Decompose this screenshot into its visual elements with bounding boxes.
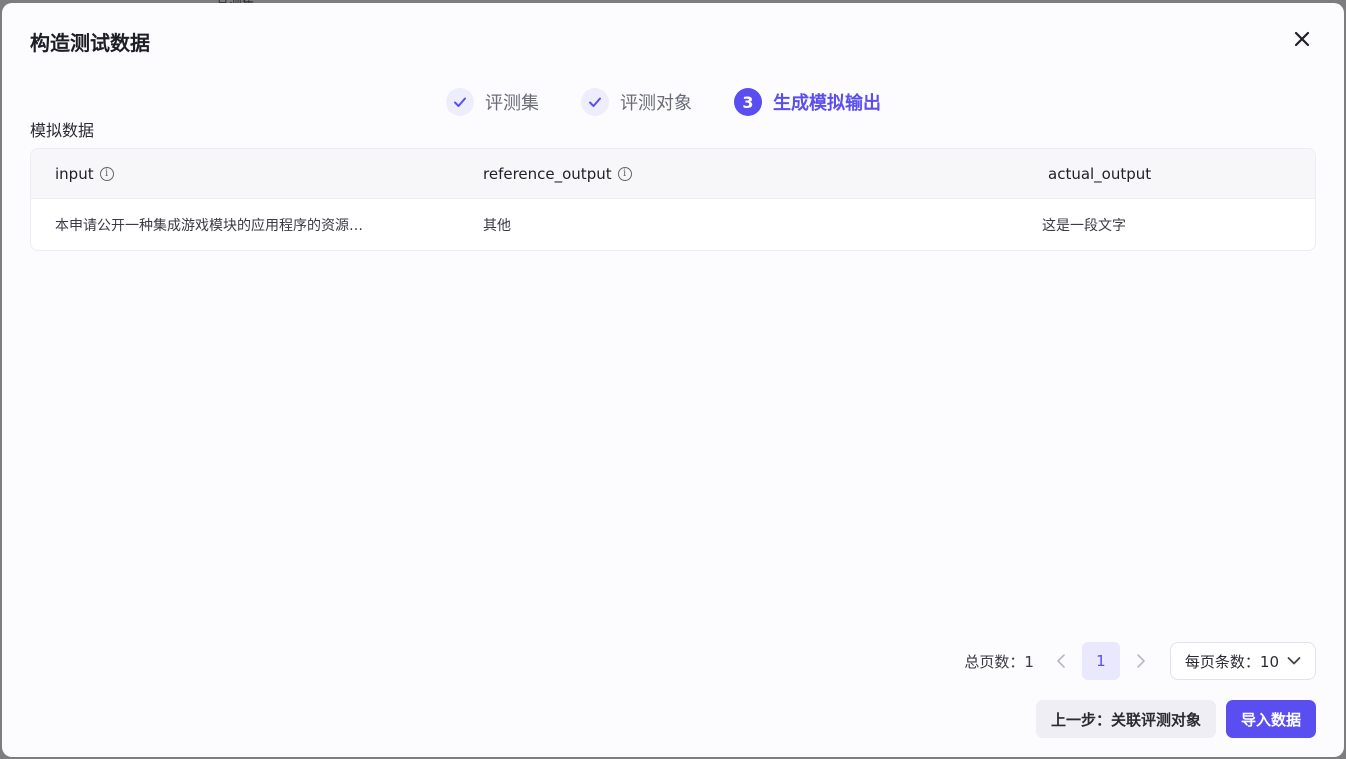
cell-input: 本申请公开一种集成游戏模块的应用程序的资源… [55,217,363,234]
check-icon [454,97,466,107]
check-icon [589,97,601,107]
close-icon [1294,31,1310,47]
section-label: 模拟数据 [30,121,95,140]
chevron-right-icon [1137,654,1145,668]
page-number-button[interactable]: 1 [1081,642,1120,680]
info-icon[interactable]: i [617,167,632,181]
dialog-title: 构造测试数据 [30,31,150,55]
prev-step-button[interactable]: 上一步：关联评测对象 [1035,700,1216,738]
step-evaluation-target[interactable]: 评测对象 [581,88,692,116]
column-label: reference_output [483,165,612,183]
step-label: 评测集 [485,93,539,114]
cell-reference-output: 其他 [483,217,511,234]
total-pages-label: 总页数：1 [964,652,1034,671]
column-header-reference-output: reference_output i [483,149,632,199]
cell-actual-output: 这是一段文字 [1042,217,1126,234]
step-generate-output[interactable]: 3 生成模拟输出 [734,88,881,116]
import-data-button[interactable]: 导入数据 [1225,700,1316,738]
page-size-label: 每页条数：10 [1184,652,1279,671]
step-evaluation-set[interactable]: 评测集 [446,88,539,116]
step-circle [581,88,609,116]
dialog-footer: 上一步：关联评测对象 导入数据 [1035,700,1316,738]
step-number: 3 [734,88,762,116]
table-row[interactable]: 本申请公开一种集成游戏模块的应用程序的资源… 其他 这是一段文字 [31,199,1315,250]
table-header: input i reference_output i actual_output [31,149,1315,199]
column-header-actual-output: actual_output [1048,149,1151,199]
chevron-down-icon [1287,656,1301,666]
column-header-input: input i [55,149,114,199]
chevron-left-icon [1057,654,1065,668]
prev-page-button[interactable] [1046,642,1076,680]
step-label: 生成模拟输出 [773,93,881,114]
close-button[interactable] [1288,25,1316,53]
page-size-select[interactable]: 每页条数：10 [1169,642,1316,680]
stepper: 评测集 评测对象 3 生成模拟输出 [446,87,923,117]
construct-test-data-dialog: 构造测试数据 评测集 评测对象 3 生成模拟输出 模拟数据 input i re… [2,3,1344,757]
pagination: 总页数：1 1 每页条数：10 [964,642,1316,680]
column-label: input [55,165,94,183]
mock-data-table: input i reference_output i actual_output… [30,148,1316,251]
step-circle [446,88,474,116]
info-icon[interactable]: i [99,167,114,181]
step-label: 评测对象 [620,93,692,114]
next-page-button[interactable] [1126,642,1156,680]
column-label: actual_output [1048,165,1152,183]
